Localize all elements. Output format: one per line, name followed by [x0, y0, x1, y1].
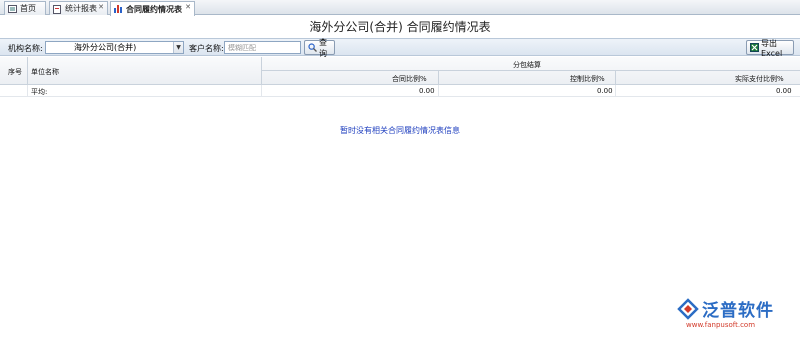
- org-select[interactable]: 海外分公司(合并) ▼: [45, 41, 184, 54]
- bar-chart-icon: [114, 5, 123, 13]
- tab-contract-performance[interactable]: 合同履约情况表 ✕: [110, 1, 195, 16]
- org-label: 机构名称:: [8, 44, 43, 53]
- average-actual-payment-ratio: 0.00: [776, 87, 792, 95]
- column-header-actual-payment-ratio: 实际支付比例%: [735, 75, 784, 83]
- report-icon: [53, 4, 62, 14]
- tab-contract-performance-label: 合同履约情况表: [126, 4, 182, 14]
- chevron-down-icon[interactable]: ▼: [173, 42, 183, 53]
- column-divider: [261, 85, 262, 96]
- column-divider: [438, 71, 439, 85]
- column-divider: [438, 85, 439, 96]
- average-label: 平均:: [31, 88, 48, 96]
- column-divider: [261, 57, 262, 85]
- export-excel-button[interactable]: 导出Excel: [746, 38, 794, 58]
- filter-toolbar: 机构名称: 海外分公司(合并) ▼ 客户名称: 查询 导出Excel: [0, 38, 800, 58]
- average-control-ratio: 0.00: [597, 87, 613, 95]
- average-contract-ratio: 0.00: [419, 87, 435, 95]
- tab-statistics-report[interactable]: 统计报表 ✕: [49, 1, 108, 15]
- table-row-average: 平均: 0.00 0.00 0.00: [0, 85, 800, 97]
- logo-mark-icon: [676, 298, 700, 320]
- column-header-index: 序号: [8, 68, 22, 76]
- brand-url: www.fanpusoft.com: [686, 321, 756, 329]
- excel-icon: [750, 43, 759, 52]
- org-select-value: 海外分公司(合并): [74, 43, 137, 52]
- customer-search-input[interactable]: [224, 41, 301, 54]
- tab-home-label: 首页: [20, 4, 36, 13]
- column-divider: [27, 85, 28, 96]
- page-title: 海外分公司(合并) 合同履约情况表: [309, 20, 491, 34]
- column-divider: [615, 85, 616, 96]
- search-icon: [308, 43, 317, 52]
- column-divider: [615, 71, 616, 85]
- empty-state-message: 暂时没有相关合同履约情况表信息: [340, 126, 460, 135]
- tab-home[interactable]: 首页: [4, 1, 46, 15]
- tab-statistics-report-label: 统计报表: [65, 4, 97, 13]
- column-group-header: 分包结算: [513, 61, 541, 69]
- export-excel-button-label: 导出Excel: [761, 38, 783, 58]
- search-button[interactable]: 查询: [304, 38, 335, 58]
- column-header-unit-name: 单位名称: [31, 68, 59, 76]
- fanpu-logo: 泛普软件 www.fanpusoft.com: [676, 296, 798, 334]
- table-header: 序号 单位名称 分包结算 合同比例% 控制比例% 实际支付比例%: [0, 57, 800, 85]
- column-header-contract-ratio: 合同比例%: [392, 75, 427, 83]
- tab-bar: 首页 统计报表 ✕ 合同履约情况表 ✕: [0, 0, 800, 16]
- search-button-label: 查询: [319, 37, 327, 58]
- column-divider: [27, 57, 28, 85]
- group-divider: [261, 70, 800, 71]
- customer-label: 客户名称:: [189, 44, 224, 53]
- column-header-control-ratio: 控制比例%: [570, 75, 605, 83]
- brand-name: 泛普软件: [702, 301, 774, 321]
- home-icon: [8, 4, 17, 13]
- close-icon[interactable]: ✕: [185, 3, 191, 11]
- close-icon[interactable]: ✕: [98, 3, 104, 11]
